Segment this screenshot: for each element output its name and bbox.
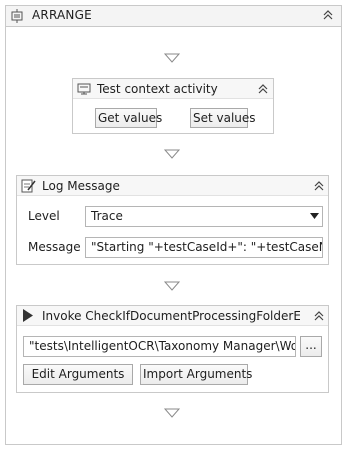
workflow-path-input[interactable]: "tests\IntelligentOCR\Taxonomy Manager\W… (23, 336, 296, 357)
test-context-title: Test context activity (97, 82, 218, 96)
import-arguments-button[interactable]: Import Arguments (140, 364, 252, 385)
drop-arrow-icon[interactable] (164, 408, 180, 418)
level-label: Level (28, 209, 60, 223)
drop-arrow-icon[interactable] (164, 53, 180, 63)
context-activity-icon (77, 83, 91, 95)
get-values-button[interactable]: Get values (95, 108, 162, 128)
dropdown-arrow-icon[interactable] (310, 213, 319, 220)
message-label: Message (28, 240, 81, 254)
level-select[interactable]: Trace (85, 206, 323, 227)
collapse-icon[interactable] (313, 310, 325, 322)
invoke-play-icon (23, 309, 33, 322)
log-message-icon (21, 179, 36, 193)
set-values-button[interactable]: Set values (190, 108, 256, 128)
arrange-title: ARRANGE (32, 8, 92, 22)
message-input[interactable]: "Starting "+testCaseId+": "+testCaseName (85, 237, 323, 258)
collapse-icon[interactable] (313, 180, 325, 192)
edit-arguments-button[interactable]: Edit Arguments (23, 364, 133, 385)
sequence-icon (11, 9, 23, 23)
log-message-title: Log Message (42, 179, 120, 193)
invoke-title: Invoke CheckIfDocumentProcessingFolderEx… (42, 309, 300, 323)
workflow-path-value: "tests\IntelligentOCR\Taxonomy Manager\W… (29, 339, 296, 353)
collapse-icon[interactable] (322, 9, 334, 21)
drop-arrow-icon[interactable] (164, 149, 180, 159)
collapse-icon[interactable] (257, 83, 269, 95)
level-value: Trace (91, 209, 123, 223)
drop-arrow-icon[interactable] (164, 281, 180, 291)
message-value: "Starting "+testCaseId+": "+testCaseName (91, 240, 322, 254)
browse-button[interactable]: ... (300, 336, 322, 357)
